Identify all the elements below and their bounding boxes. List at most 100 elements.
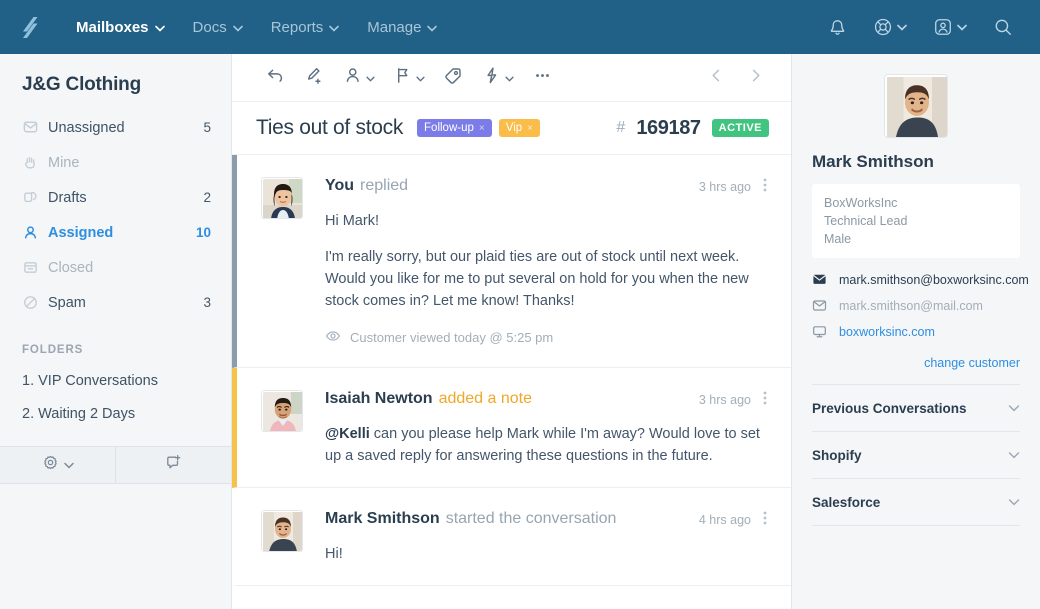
chevron-down-icon — [1008, 493, 1020, 511]
accordion-previous-conversations[interactable]: Previous Conversations — [812, 385, 1020, 432]
chevron-down-icon — [366, 69, 375, 87]
hand-icon — [22, 154, 48, 171]
message-action: started the conversation — [445, 510, 617, 527]
customer-website-value: boxworksinc.com — [839, 324, 935, 339]
customer-email-secondary-value: mark.smithson@mail.com — [839, 298, 983, 313]
chevron-down-icon — [957, 24, 967, 31]
helpscout-logo[interactable] — [14, 10, 48, 44]
sidebar-count-spam: 3 — [203, 295, 211, 310]
message-read-receipt: Customer viewed today @ 5:25 pm — [325, 328, 767, 347]
add-note-button[interactable] — [295, 59, 334, 97]
search-button[interactable] — [982, 10, 1024, 44]
message-options-icon[interactable] — [763, 177, 767, 196]
tag-button[interactable] — [434, 59, 473, 97]
sidebar-item-closed[interactable]: Closed — [0, 250, 231, 285]
assign-button[interactable] — [334, 59, 384, 97]
more-actions-button[interactable] — [523, 59, 562, 97]
nav-item-reports[interactable]: Reports — [257, 13, 354, 42]
customer-sidebar: Mark Smithson BoxWorksInc Technical Lead… — [792, 54, 1040, 609]
previous-conversation-button[interactable] — [697, 62, 736, 94]
nav-item-docs[interactable]: Docs — [179, 13, 257, 42]
sidebar-item-unassigned[interactable]: Unassigned 5 — [0, 110, 231, 145]
message-options-icon[interactable] — [763, 510, 767, 529]
sidebar-item-drafts[interactable]: Drafts 2 — [0, 180, 231, 215]
status-button[interactable] — [384, 59, 434, 97]
tag-remove-icon[interactable]: × — [479, 123, 485, 134]
sidebar-label-drafts: Drafts — [48, 189, 87, 206]
lifebuoy-icon — [873, 17, 893, 37]
tag-vip[interactable]: Vip × — [498, 119, 540, 137]
sidebar-item-mine[interactable]: Mine — [0, 145, 231, 180]
envelope-icon — [812, 298, 827, 313]
header-actions — [817, 10, 1024, 44]
monitor-icon — [812, 324, 827, 339]
sidebar-label-mine: Mine — [48, 154, 80, 171]
workflow-button[interactable] — [473, 59, 523, 97]
accordion-shopify[interactable]: Shopify — [812, 432, 1020, 479]
message-action: replied — [360, 177, 409, 194]
accordion-salesforce[interactable]: Salesforce — [812, 479, 1020, 526]
conversation-header-right: # 169187 ACTIVE — [616, 117, 769, 140]
envelope-filled-icon — [812, 272, 827, 287]
left-sidebar: J&G Clothing Unassigned 5 Mine Drafts 2 … — [0, 54, 232, 609]
message-paragraph: I'm really sorry, but our plaid ties are… — [325, 249, 749, 309]
message-text: Hi! — [325, 543, 767, 565]
mailbox-title: J&G Clothing — [22, 74, 141, 95]
tag-icon — [443, 65, 464, 91]
conversation-title: Ties out of stock — [256, 116, 404, 139]
layers-icon — [22, 189, 48, 206]
bell-icon — [828, 18, 847, 37]
chevron-down-icon — [329, 19, 340, 36]
chevron-down-icon — [1008, 446, 1020, 464]
new-conversation-button[interactable] — [115, 447, 231, 483]
note-paragraph: @Kelli can you please help Mark while I'… — [325, 423, 767, 467]
profile-button[interactable] — [922, 10, 978, 44]
message-timestamp: 4 hrs ago — [698, 512, 751, 527]
tag-label-follow-up: Follow-up — [424, 122, 474, 134]
chevron-right-icon — [748, 69, 763, 87]
help-button[interactable] — [862, 10, 918, 44]
sidebar-item-assigned[interactable]: Assigned 10 — [0, 215, 231, 250]
reply-button[interactable] — [256, 59, 295, 97]
message-options-icon[interactable] — [763, 390, 767, 409]
chevron-down-icon — [505, 69, 514, 87]
message-meta: 3 hrs ago — [699, 390, 767, 409]
circle-slash-icon — [22, 294, 48, 311]
tag-follow-up[interactable]: Follow-up × — [417, 119, 492, 137]
conversation-header: Ties out of stock Follow-up × Vip × # 16… — [232, 102, 791, 155]
customer-accordion: Previous Conversations Shopify Salesforc… — [812, 384, 1020, 526]
customer-website[interactable]: boxworksinc.com — [812, 324, 1020, 339]
sidebar-count-drafts: 2 — [203, 190, 211, 205]
mailbox-settings-button[interactable] — [0, 447, 115, 483]
message-body: Isaiah Newton added a note 3 hrs ago @Ke… — [325, 390, 767, 467]
next-conversation-button[interactable] — [736, 62, 775, 94]
message-body: Mark Smithson started the conversation 4… — [325, 510, 767, 565]
sidebar-folder-vip-conversations[interactable]: 1. VIP Conversations — [0, 364, 231, 397]
sidebar-label-assigned: Assigned — [48, 224, 114, 241]
read-receipt-text: Customer viewed today @ 5:25 pm — [350, 330, 554, 345]
message-author: Mark Smithson — [325, 510, 440, 527]
sidebar-folder-waiting-2-days[interactable]: 2. Waiting 2 Days — [0, 397, 231, 430]
accordion-label: Previous Conversations — [812, 400, 967, 416]
add-note-icon — [304, 65, 325, 91]
conversation-tags: Follow-up × Vip × — [417, 119, 540, 137]
nav-item-mailboxes[interactable]: Mailboxes — [62, 13, 179, 42]
avatar-mark-smithson — [261, 510, 303, 552]
tag-remove-icon[interactable]: × — [527, 123, 533, 134]
mention-kelli[interactable]: @Kelli — [325, 426, 370, 442]
nav-label-reports: Reports — [270, 18, 324, 36]
sidebar-bottom-toolbar — [0, 446, 231, 484]
nav-item-manage[interactable]: Manage — [353, 13, 451, 42]
customer-email-primary[interactable]: mark.smithson@boxworksinc.com — [812, 272, 1029, 287]
message-paragraph: Hi! — [325, 546, 343, 562]
message-action: added a note — [438, 390, 532, 407]
change-customer-link[interactable]: change customer — [812, 356, 1020, 370]
customer-name: Mark Smithson — [812, 152, 934, 171]
notifications-button[interactable] — [817, 11, 858, 44]
sidebar-label-spam: Spam — [48, 294, 86, 311]
message-header: Isaiah Newton added a note 3 hrs ago — [325, 390, 767, 409]
customer-email-secondary[interactable]: mark.smithson@mail.com — [812, 298, 1020, 313]
sidebar-item-spam[interactable]: Spam 3 — [0, 285, 231, 320]
customer-avatar-mark-smithson — [884, 74, 948, 138]
more-icon — [532, 65, 553, 91]
